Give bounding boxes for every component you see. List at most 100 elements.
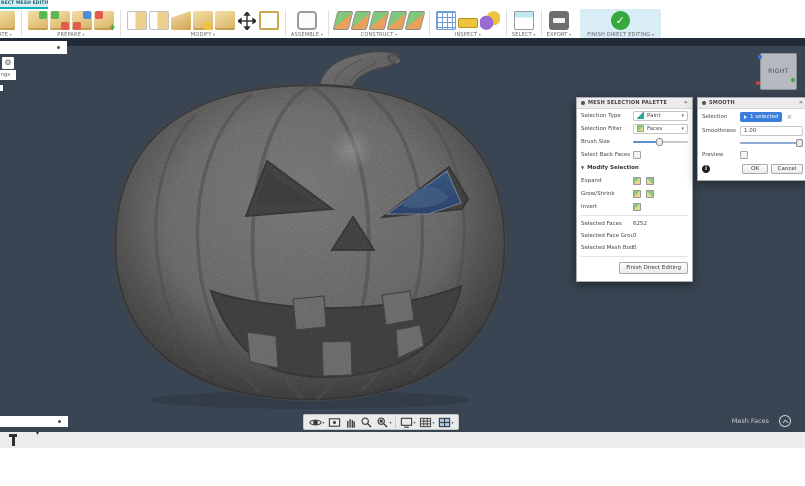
smoothness-slider[interactable] xyxy=(740,138,803,148)
plane-cut-icon[interactable] xyxy=(259,11,279,30)
pan-icon[interactable] xyxy=(344,416,357,429)
selected-mesh-bodies-label: Selected Mesh Bod... xyxy=(581,245,633,251)
browser-edge xyxy=(0,85,3,91)
export-icon[interactable] xyxy=(549,11,569,30)
finish-direct-editing-palette-button[interactable]: Finish Direct Editing xyxy=(619,262,688,274)
viewports-icon[interactable]: ▾ xyxy=(438,416,454,429)
settings-chip[interactable]: ngs xyxy=(0,70,16,80)
invert-icon[interactable] xyxy=(633,203,641,211)
faces-icon xyxy=(637,125,644,132)
selection-type-value: Paint xyxy=(647,113,661,119)
toolbar-group-inspect: INSPECT xyxy=(432,9,504,38)
axis-x-dot xyxy=(756,81,760,85)
zoom-icon[interactable] xyxy=(360,416,373,429)
tab-direct-mesh-editing[interactable]: RECT MESH EDITING xyxy=(0,0,48,9)
look-at-icon[interactable] xyxy=(328,416,341,429)
selection-type-dropdown[interactable]: Paint ▾ xyxy=(633,111,688,121)
merge-bodies-icon[interactable] xyxy=(215,11,235,30)
section-analysis-icon[interactable] xyxy=(436,11,456,30)
modify-selection-section[interactable]: ▼ Modify Selection xyxy=(577,161,692,174)
plane-through-points-icon[interactable] xyxy=(405,11,426,30)
axis-y-dot xyxy=(791,78,795,82)
create-icon[interactable] xyxy=(0,11,15,30)
chevron-down-icon: ▾ xyxy=(681,113,684,119)
mesh-insert-icon[interactable] xyxy=(28,11,48,30)
selection-count: 1 selected xyxy=(750,114,778,120)
collapse-icon[interactable]: » xyxy=(799,100,803,106)
triangle-down-icon: ▼ xyxy=(581,165,584,170)
chevron-down-icon: ▾ xyxy=(681,126,684,132)
cancel-button[interactable]: Cancel xyxy=(771,164,803,174)
selected-faces-label: Selected Faces xyxy=(581,221,633,227)
selection-filter-value: Faces xyxy=(647,126,662,132)
toolbar-group-construct: CONSTRUCT xyxy=(331,9,427,38)
joint-icon[interactable] xyxy=(297,11,317,30)
browser-header-bar[interactable] xyxy=(0,41,67,54)
selection-label: Selection xyxy=(702,114,740,120)
finish-direct-editing-button[interactable]: FINISH DIRECT EDITING xyxy=(580,9,661,38)
dot-icon xyxy=(57,46,60,49)
toolbar-group-select: SELECT xyxy=(509,9,539,38)
select-back-faces-checkbox[interactable] xyxy=(633,151,641,159)
chevron-down-icon: ▾ xyxy=(323,420,325,425)
toolbar-separator xyxy=(21,10,22,36)
toolbar-group-export: EXPORT xyxy=(544,9,575,38)
expand-status-icon[interactable] xyxy=(779,415,791,427)
clear-selection-icon[interactable]: × xyxy=(786,113,792,121)
remesh-icon[interactable] xyxy=(50,11,70,30)
measure-icon[interactable] xyxy=(458,18,478,28)
viewcube[interactable]: RIGHT xyxy=(760,53,797,90)
slider-handle[interactable] xyxy=(656,138,663,146)
gear-icon[interactable]: ⚙ xyxy=(2,57,14,69)
display-settings-icon[interactable]: ▾ xyxy=(400,416,416,429)
expand-label: Expand xyxy=(581,178,633,184)
move-icon[interactable] xyxy=(238,12,256,30)
chevron-down-icon: ▾ xyxy=(390,420,392,425)
info-icon[interactable]: i xyxy=(702,165,710,173)
grid-icon[interactable]: ▾ xyxy=(419,416,435,429)
mesh-selection-palette-dialog: MESH SELECTION PALETTE » Selection Type … xyxy=(576,97,693,282)
selected-face-groups-label: Selected Face Grou... xyxy=(581,233,633,239)
navigation-bar: ▾ ▾ ▾ ▾ ▾ xyxy=(303,414,459,430)
erase-and-fill-icon[interactable] xyxy=(127,11,147,30)
reduce-icon[interactable] xyxy=(72,11,92,30)
smoothness-input[interactable]: 1.00 xyxy=(740,126,803,136)
selected-face-groups-value: 0 xyxy=(633,233,637,239)
toolbar-group-assemble: ASSEMBLE xyxy=(288,9,326,38)
fill-hole-icon[interactable] xyxy=(193,11,213,30)
toolbar-group-prepare: PREPARE xyxy=(24,9,118,38)
flip-normal-icon[interactable] xyxy=(149,11,169,30)
cursor-icon xyxy=(744,115,747,119)
brush-size-slider[interactable] xyxy=(633,137,688,147)
pin-icon xyxy=(9,434,18,446)
slider-handle[interactable] xyxy=(796,139,803,147)
selection-filter-dropdown[interactable]: Faces ▾ xyxy=(633,124,688,134)
ok-button[interactable]: OK xyxy=(742,164,768,174)
smooth-icon[interactable] xyxy=(171,11,191,30)
dialog-titlebar[interactable]: SMOOTH » xyxy=(698,98,805,109)
collapse-icon[interactable]: » xyxy=(684,100,688,106)
chevron-down-icon: ▾ xyxy=(414,420,416,425)
select-back-faces-label: Select Back Faces xyxy=(581,152,633,158)
orbit-icon[interactable]: ▾ xyxy=(309,416,325,429)
invert-label: Invert xyxy=(581,204,633,210)
select-icon[interactable] xyxy=(514,11,534,30)
expand-to-adjacent-icon[interactable] xyxy=(646,177,654,185)
selection-chip[interactable]: 1 selected xyxy=(740,112,782,122)
viewcube-face-label[interactable]: RIGHT xyxy=(768,68,789,75)
fit-icon[interactable]: ▾ xyxy=(376,416,392,429)
dialog-titlebar[interactable]: MESH SELECTION PALETTE » xyxy=(577,98,692,109)
toolbar-separator xyxy=(541,10,542,36)
shrink-icon[interactable] xyxy=(646,190,654,198)
preview-checkbox[interactable] xyxy=(740,151,748,159)
caption-area: Smooth tool to refine some areas. xyxy=(0,448,805,486)
expand-all-icon[interactable] xyxy=(633,177,641,185)
toolbar-shadow-band xyxy=(0,38,805,46)
curvature-analysis-icon[interactable] xyxy=(480,11,500,30)
grow-icon[interactable] xyxy=(633,190,641,198)
dialog-title: MESH SELECTION PALETTE xyxy=(588,100,667,106)
selected-mesh-bodies-value: 0 xyxy=(633,245,637,251)
generate-face-groups-icon[interactable] xyxy=(94,11,114,30)
selected-faces-value: 6252 xyxy=(633,221,647,227)
timeline-bar[interactable] xyxy=(0,416,68,427)
